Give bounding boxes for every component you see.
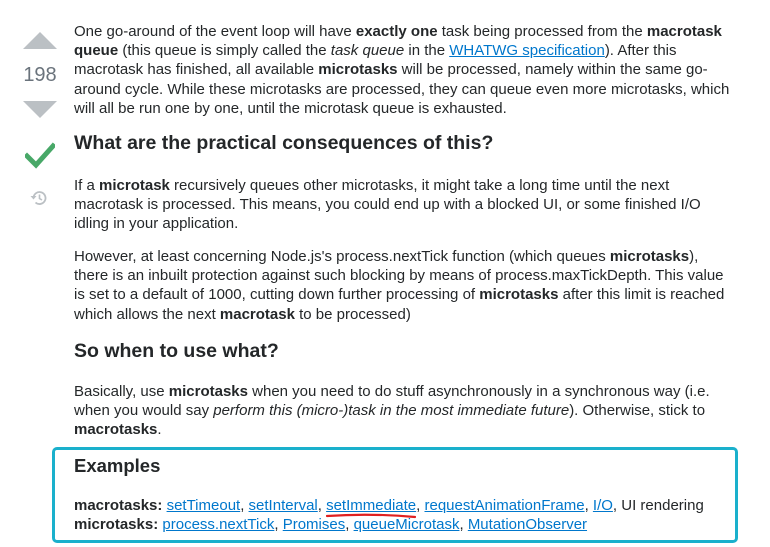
whatwg-spec-link[interactable]: WHATWG specification: [449, 42, 605, 59]
link-mutationobserver[interactable]: MutationObserver: [468, 516, 587, 533]
vote-count: 198: [23, 64, 57, 86]
upvote-arrow-icon[interactable]: [23, 32, 57, 49]
link-promises[interactable]: Promises: [283, 516, 346, 533]
accepted-checkmark-icon: [25, 142, 55, 169]
history-icon[interactable]: [29, 188, 49, 208]
heading-when-to-use: So when to use what?: [74, 340, 279, 362]
link-setinterval[interactable]: setInterval: [249, 497, 318, 514]
paragraph-when-to-use: Basically, use microtasks when you need …: [74, 383, 710, 439]
paragraph-event-loop: One go-around of the event loop will hav…: [74, 23, 730, 117]
link-io[interactable]: I/O: [593, 497, 613, 514]
link-queuemicrotask[interactable]: queueMicrotask: [354, 516, 460, 533]
paragraph-microtask-recursion: If a microtask recursively queues other …: [74, 177, 701, 233]
examples-title: Examples: [74, 455, 161, 476]
link-process-nexttick[interactable]: process.nextTick: [162, 516, 274, 533]
heading-consequences: What are the practical consequences of t…: [74, 132, 494, 154]
microtasks-examples: microtasks: process.nextTick, Promises, …: [74, 516, 588, 533]
link-requestanimationframe[interactable]: requestAnimationFrame: [424, 497, 584, 514]
link-settimeout[interactable]: setTimeout: [167, 497, 241, 514]
paragraph-nexttick: However, at least concerning Node.js's p…: [74, 248, 725, 323]
downvote-arrow-icon[interactable]: [23, 101, 57, 118]
